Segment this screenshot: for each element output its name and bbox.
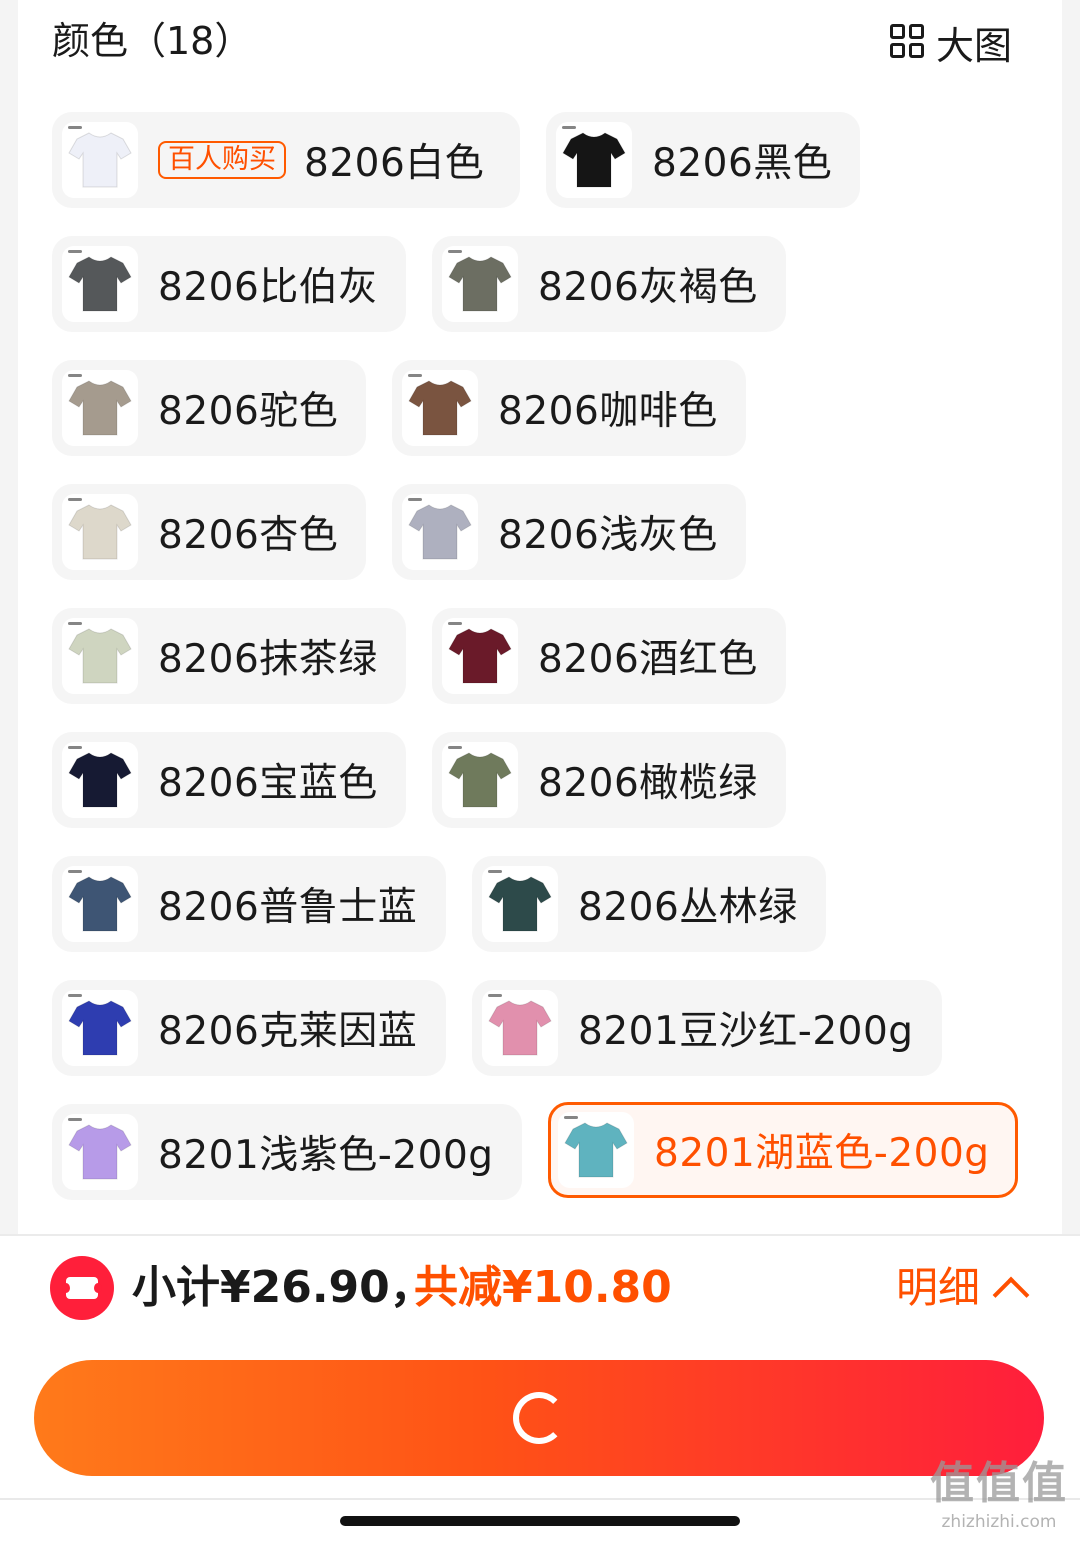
- watermark: 值值值 zhizhizhi.com: [926, 1456, 1072, 1532]
- color-option[interactable]: 8206咖啡色: [392, 360, 746, 456]
- tshirt-thumbnail: [482, 990, 558, 1066]
- big-view-label: 大图: [936, 23, 1013, 68]
- color-label: 8206宝蓝色: [158, 761, 378, 806]
- tshirt-thumbnail: [62, 122, 138, 198]
- color-option-selected[interactable]: 8201湖蓝色-200g: [548, 1102, 1018, 1198]
- divider: [0, 1498, 1080, 1500]
- color-option[interactable]: 8206杏色: [52, 484, 366, 580]
- popular-badge: 百人购买: [158, 141, 286, 179]
- color-label: 8206灰褐色: [538, 265, 758, 310]
- color-option[interactable]: 8206驼色: [52, 360, 366, 456]
- sheet-edge-right: [1062, 0, 1080, 1234]
- color-option[interactable]: 8206黑色: [546, 112, 860, 208]
- color-option[interactable]: 8206丛林绿: [472, 856, 826, 952]
- grid-icon: [888, 22, 928, 62]
- color-option[interactable]: 百人购买 8206白色: [52, 112, 520, 208]
- chevron-up-icon: [992, 1276, 1030, 1314]
- color-label: 8206橄榄绿: [538, 761, 758, 806]
- big-view-toggle[interactable]: 大图: [888, 18, 1012, 68]
- color-option[interactable]: 8206浅灰色: [392, 484, 746, 580]
- tshirt-thumbnail: [62, 370, 138, 446]
- tshirt-thumbnail: [556, 122, 632, 198]
- color-label: 8201浅紫色-200g: [158, 1133, 494, 1178]
- color-label: 8206普鲁士蓝: [158, 885, 418, 930]
- color-option[interactable]: 8206橄榄绿: [432, 732, 786, 828]
- coupon-icon: [50, 1256, 114, 1320]
- color-label: 8206丛林绿: [578, 885, 798, 930]
- color-label: 8206黑色: [652, 141, 833, 186]
- tshirt-thumbnail: [62, 1114, 138, 1190]
- price-detail-toggle[interactable]: 明细: [896, 1258, 1030, 1318]
- color-label: 8206克莱因蓝: [158, 1009, 418, 1054]
- color-option[interactable]: 8206抹茶绿: [52, 608, 406, 704]
- tshirt-thumbnail: [62, 990, 138, 1066]
- color-label: 8206杏色: [158, 513, 339, 558]
- sheet-edge-left: [0, 0, 18, 1234]
- detail-label: 明细: [896, 1263, 981, 1312]
- color-label: 8206酒红色: [538, 637, 758, 682]
- color-option[interactable]: 8206灰褐色: [432, 236, 786, 332]
- tshirt-thumbnail: [62, 742, 138, 818]
- color-option[interactable]: 8206酒红色: [432, 608, 786, 704]
- color-label: 8206抹茶绿: [158, 637, 378, 682]
- color-label: 8206比伯灰: [158, 265, 378, 310]
- buy-button[interactable]: [34, 1360, 1044, 1476]
- color-option[interactable]: 8201豆沙红-200g: [472, 980, 942, 1076]
- color-label: 8206白色: [304, 141, 485, 186]
- color-option[interactable]: 8206宝蓝色: [52, 732, 406, 828]
- color-option[interactable]: 8206克莱因蓝: [52, 980, 446, 1076]
- color-label: 8206驼色: [158, 389, 339, 434]
- tshirt-thumbnail: [62, 866, 138, 942]
- tshirt-thumbnail: [62, 494, 138, 570]
- color-option[interactable]: 8201浅紫色-200g: [52, 1104, 522, 1200]
- discount-text: 共减¥10.80: [414, 1262, 672, 1313]
- watermark-url: zhizhizhi.com: [941, 1512, 1057, 1532]
- tshirt-thumbnail: [62, 246, 138, 322]
- subtotal-text: 小计¥26.90，: [132, 1262, 434, 1313]
- color-label: 8201豆沙红-200g: [578, 1009, 914, 1054]
- tshirt-thumbnail: [442, 246, 518, 322]
- color-section-title: 颜色（18）: [52, 19, 253, 63]
- color-option[interactable]: 8206普鲁士蓝: [52, 856, 446, 952]
- loading-spinner-icon: [513, 1392, 565, 1444]
- color-label: 8201湖蓝色-200g: [654, 1131, 990, 1176]
- tshirt-thumbnail: [558, 1112, 634, 1188]
- color-label: 8206咖啡色: [498, 389, 718, 434]
- tshirt-thumbnail: [402, 370, 478, 446]
- home-indicator[interactable]: [340, 1516, 740, 1526]
- tshirt-thumbnail: [442, 618, 518, 694]
- tshirt-thumbnail: [402, 494, 478, 570]
- watermark-logo: 值值值: [930, 1458, 1068, 1509]
- tshirt-thumbnail: [482, 866, 558, 942]
- color-label: 8206浅灰色: [498, 513, 718, 558]
- tshirt-thumbnail: [442, 742, 518, 818]
- tshirt-thumbnail: [62, 618, 138, 694]
- color-option[interactable]: 8206比伯灰: [52, 236, 406, 332]
